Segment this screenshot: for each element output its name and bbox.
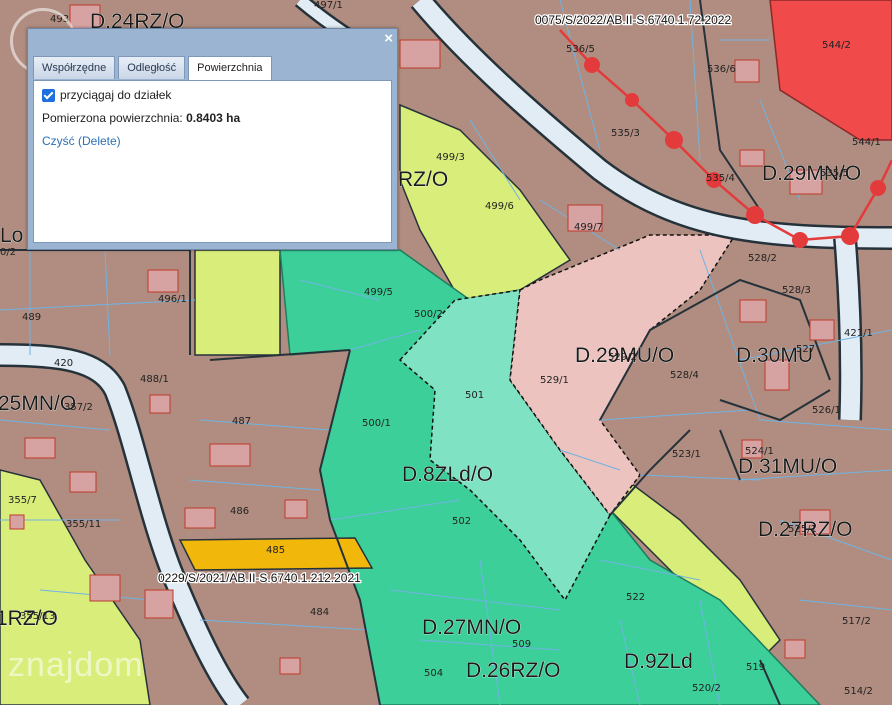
parcel-number: 500/1 xyxy=(362,418,391,429)
measurement-tabs: Współrzędne Odległość Powierzchnia xyxy=(33,56,272,81)
parcel-number: 489 xyxy=(22,312,41,323)
parcel-number: 493 xyxy=(50,14,69,25)
clear-row: Czyść (Delete) xyxy=(42,134,383,148)
parcel-number: 497/1 xyxy=(314,0,343,11)
snap-checkbox[interactable] xyxy=(42,88,55,102)
parcel-number: 528/3 xyxy=(782,285,811,296)
parcel-number: 488/1 xyxy=(140,374,169,385)
parcel-number: 499/5 xyxy=(364,287,393,298)
parcel-number: 420 xyxy=(54,358,73,369)
zone-label: D.31MU/O xyxy=(738,455,837,478)
zone-label: Lo xyxy=(0,224,23,247)
parcel-number: 536/6 xyxy=(707,64,736,75)
parcel-number: 517/2 xyxy=(842,616,871,627)
parcel-number: 357/2 xyxy=(64,402,93,413)
parcel-number: 485 xyxy=(266,545,285,556)
zone-label: D.26RZ/O xyxy=(466,659,561,682)
parcel-number: 496/1 xyxy=(158,294,187,305)
parcel-number: 500/2 xyxy=(414,309,443,320)
snap-checkbox-label[interactable]: przyciągaj do działek xyxy=(60,88,171,102)
parcel-number: 484 xyxy=(310,607,329,618)
parcel-number: 529/1 xyxy=(540,375,569,386)
parcel-number: 535/3 xyxy=(611,128,640,139)
parcel-number: 544/1 xyxy=(852,137,881,148)
decision-ref-label: 0229/S/2021/AB.II-S.6740.1.212.2021 xyxy=(158,571,361,585)
parcel-number: 0/2 xyxy=(0,247,16,258)
zone-label: D.27MN/O xyxy=(422,616,521,639)
parcel-number: 487 xyxy=(232,416,251,427)
parcel-number: 499/3 xyxy=(436,152,465,163)
parcel-number: 535/5 xyxy=(820,168,849,179)
parcel-number: 514/2 xyxy=(844,686,873,697)
zone-label: D.9ZLd xyxy=(624,650,693,673)
panel-body: przyciągaj do działek Pomierzona powierz… xyxy=(33,80,392,243)
close-icon[interactable]: × xyxy=(384,30,393,48)
parcel-number: 355/11 xyxy=(66,519,101,530)
parcel-number: 536/5 xyxy=(566,44,595,55)
parcel-number: 523/1 xyxy=(672,449,701,460)
area-value: 0.8403 ha xyxy=(186,111,241,125)
parcel-number: 524/1 xyxy=(745,446,774,457)
tab-coordinates[interactable]: Współrzędne xyxy=(33,56,116,79)
parcel-number: 355/7 xyxy=(8,495,37,506)
zone-label: D.8ZLd/O xyxy=(402,463,493,486)
parcel-number: 535/4 xyxy=(706,173,735,184)
parcel-number: 519 xyxy=(746,662,765,673)
parcel-number: 526/1 xyxy=(812,405,841,416)
parcel-number: 486 xyxy=(230,506,249,517)
area-result: Pomierzona powierzchnia: 0.8403 ha xyxy=(42,111,383,125)
parcel-number: 509 xyxy=(512,639,531,650)
parcel-number: 522 xyxy=(626,592,645,603)
snap-option[interactable]: przyciągaj do działek xyxy=(42,88,383,102)
parcel-number: 528/2 xyxy=(748,253,777,264)
tab-area[interactable]: Powierzchnia xyxy=(188,56,272,81)
parcel-number: 502 xyxy=(452,516,471,527)
tab-distance[interactable]: Odległość xyxy=(118,56,186,79)
measurement-panel: × Współrzędne Odległość Powierzchnia prz… xyxy=(27,28,398,250)
parcel-number: 520/2 xyxy=(692,683,721,694)
parcel-number: 499/6 xyxy=(485,201,514,212)
yellow-zone-west xyxy=(194,249,281,356)
parcel-number: 355/13 xyxy=(20,611,55,622)
parcel-number: 529/2 xyxy=(608,352,637,363)
zone-label: RZ/O xyxy=(398,168,448,191)
decision-ref-label: 0075/S/2022/AB.II-S.6740.1.72.2022 xyxy=(535,13,731,27)
area-label: Pomierzona powierzchnia: xyxy=(42,111,183,125)
parcel-number: 527 xyxy=(796,344,815,355)
parcel-number: 544/2 xyxy=(822,40,851,51)
parcel-number: 528/4 xyxy=(670,370,699,381)
clear-link[interactable]: Czyść (Delete) xyxy=(42,134,121,148)
parcel-number: 499/7 xyxy=(574,222,603,233)
parcel-number: 504 xyxy=(424,668,443,679)
parcel-number: 421/1 xyxy=(844,328,873,339)
parcel-number: 501 xyxy=(465,390,484,401)
parcel-number: 525/1 xyxy=(788,524,817,535)
